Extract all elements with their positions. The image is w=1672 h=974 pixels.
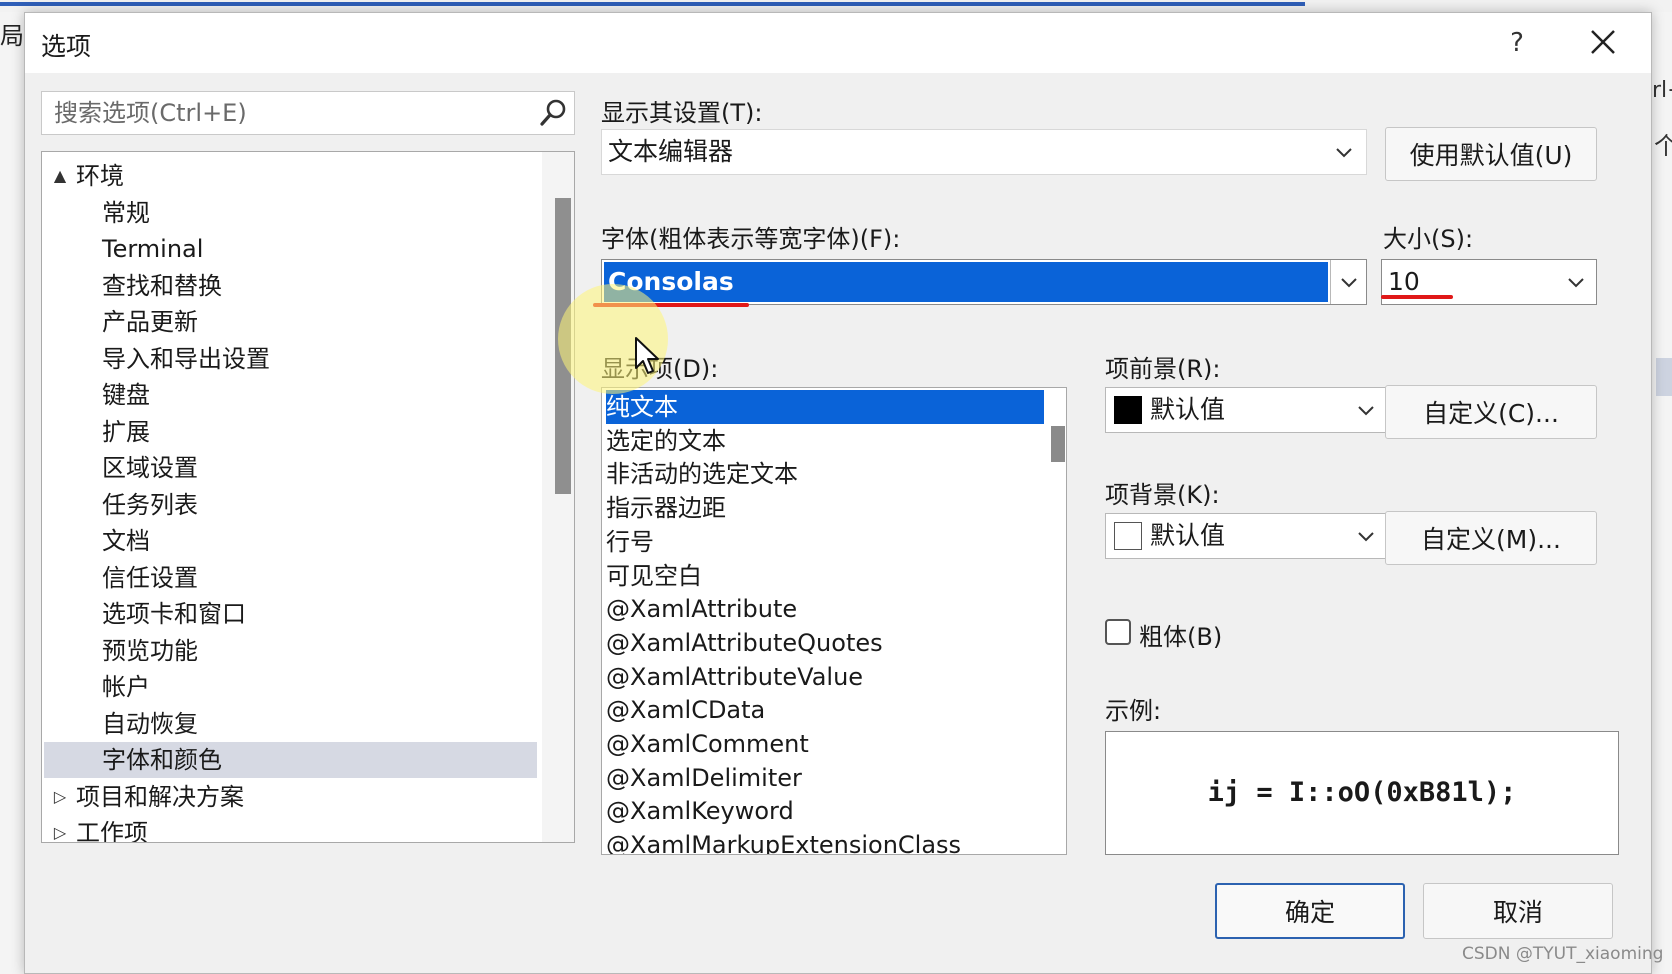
tree-scrollbar[interactable] (542, 152, 574, 842)
display-item[interactable]: @XamlCData (606, 693, 765, 727)
chevron-down-icon (1358, 532, 1374, 542)
tree-item-label: 常规 (102, 198, 150, 227)
size-label: 大小(S): (1383, 225, 1474, 253)
display-item[interactable]: @XamlMarkupExtensionClass (606, 828, 961, 854)
options-dialog: 选项 ? ▲环境常规 Terminal 查找和替换产品更新导入和导出设置键盘扩展区域… (24, 12, 1652, 974)
tree-item-label: 预览功能 (102, 636, 198, 665)
mouse-cursor-icon (635, 337, 659, 374)
font-label: 字体(粗体表示等宽字体)(F): (601, 225, 901, 253)
chevron-down-icon (1358, 406, 1374, 416)
dialog-title: 选项 (41, 32, 92, 61)
background-app-selection (1656, 358, 1672, 396)
display-items-list[interactable]: 纯文本 选定的文本 非活动的选定文本 指示器边距 行号 可见空白 @XamlAttribut… (601, 387, 1067, 855)
bold-checkbox[interactable] (1105, 619, 1131, 645)
use-defaults-button[interactable]: 使用默认值(U) (1385, 127, 1597, 181)
item-background-label: 项背景(K): (1105, 481, 1220, 509)
item-background-value: 默认值 (1150, 521, 1226, 550)
tree-item-label: 扩展 (102, 417, 150, 446)
ok-button[interactable]: 确定 (1215, 883, 1405, 939)
display-item[interactable]: 选定的文本 (606, 424, 726, 458)
close-icon (1591, 30, 1615, 54)
show-settings-label: 显示其设置(T): (601, 99, 763, 127)
chevron-down-icon (1336, 148, 1352, 158)
display-item[interactable]: @XamlKeyword (606, 794, 794, 828)
watermark: CSDN @TYUT_xiaoming (1462, 944, 1664, 964)
list-scrollbar[interactable] (1046, 388, 1066, 854)
tree-item[interactable]: 字体和颜色 (44, 742, 537, 778)
help-button[interactable]: ? (1497, 23, 1537, 63)
search-icon[interactable] (538, 98, 568, 128)
display-item[interactable]: @XamlAttributeValue (606, 660, 863, 694)
display-item[interactable]: 非活动的选定文本 (606, 457, 798, 491)
display-item[interactable]: @XamlComment (606, 727, 809, 761)
display-item[interactable]: @XamlAttribute (606, 592, 797, 626)
tree-item-label: 键盘 (102, 381, 150, 409)
customize-foreground-button[interactable]: 自定义(C)... (1385, 385, 1597, 439)
tree-item-label: 产品更新 (102, 308, 198, 336)
display-item[interactable]: 纯文本 (606, 390, 1044, 424)
item-foreground-value: 默认值 (1150, 395, 1226, 424)
bold-label[interactable]: 粗体(B) (1139, 617, 1222, 652)
tree-item-label: 任务列表 (102, 490, 198, 519)
display-item[interactable]: 指示器边距 (606, 491, 726, 525)
background-app-accent-line (0, 2, 1305, 6)
sample-preview: ij = I::oO(0xB81l); (1105, 731, 1619, 855)
sample-label: 示例: (1105, 697, 1162, 725)
options-tree[interactable]: ▲ 环境常规 Terminal 查找和替换产品更新导入和导出设置 键盘扩展区域设置任务列… (41, 151, 575, 843)
background-app-right-text: rl+ (1652, 78, 1672, 103)
background-app-right-char: 个 (1654, 132, 1672, 160)
foreground-color-swatch (1114, 396, 1142, 424)
tree-item-label: 字体和颜色 (102, 746, 222, 774)
background-app-left-text: 局 (0, 22, 24, 50)
search-box (41, 91, 575, 135)
expand-arrow-icon[interactable]: ▷ (50, 815, 70, 842)
list-scrollbar-thumb[interactable] (1051, 426, 1065, 462)
background-color-swatch (1114, 522, 1142, 550)
dialog-titlebar[interactable]: 选项 ? (25, 13, 1651, 73)
expand-arrow-icon[interactable]: ▷ (50, 779, 70, 815)
collapse-arrow-icon[interactable]: ▲ (50, 158, 70, 194)
chevron-down-icon (1568, 278, 1584, 288)
item-foreground-select[interactable]: 默认值 (1105, 387, 1387, 433)
customize-background-button[interactable]: 自定义(M)... (1385, 511, 1597, 565)
show-settings-value: 文本编辑器 (608, 137, 734, 166)
tree-item-label: 区域设置 (102, 454, 198, 482)
chevron-down-icon (1341, 278, 1357, 288)
tree-item-label: 信任设置 (102, 563, 198, 592)
tree-item-label: 环境 (76, 162, 124, 190)
tree-item-label: Terminal (102, 235, 204, 263)
search-input[interactable] (42, 92, 546, 134)
cancel-button[interactable]: 取消 (1423, 883, 1613, 939)
display-item[interactable]: 可见空白 (606, 559, 702, 593)
display-item[interactable]: @XamlDelimiter (606, 761, 802, 795)
font-dropdown-button[interactable] (1330, 260, 1367, 304)
tree-item-label: 工作项 (76, 819, 148, 843)
close-button[interactable] (1581, 23, 1625, 63)
tree-item-label: 选项卡和窗口 (102, 600, 246, 628)
font-select[interactable]: Consolas (601, 259, 1367, 305)
tree-item-label: 查找和替换 (102, 271, 222, 300)
background-app-left (0, 12, 25, 974)
red-annotation-underline-size (1381, 295, 1453, 299)
tree-item-label: 帐户 (102, 673, 150, 701)
display-item[interactable]: @XamlAttributeQuotes (606, 626, 883, 660)
tree-item-label: 项目和解决方案 (76, 782, 244, 811)
show-settings-select[interactable]: 文本编辑器 (601, 129, 1367, 175)
tree-item-label: 自动恢复 (102, 709, 198, 738)
display-item[interactable]: 行号 (606, 525, 654, 559)
tree-item-label: 导入和导出设置 (102, 344, 270, 373)
tree-item-label: 文档 (102, 527, 150, 555)
item-foreground-label: 项前景(R): (1105, 355, 1221, 383)
sample-text: ij = I::oO(0xB81l); (1207, 777, 1517, 808)
item-background-select[interactable]: 默认值 (1105, 513, 1387, 559)
